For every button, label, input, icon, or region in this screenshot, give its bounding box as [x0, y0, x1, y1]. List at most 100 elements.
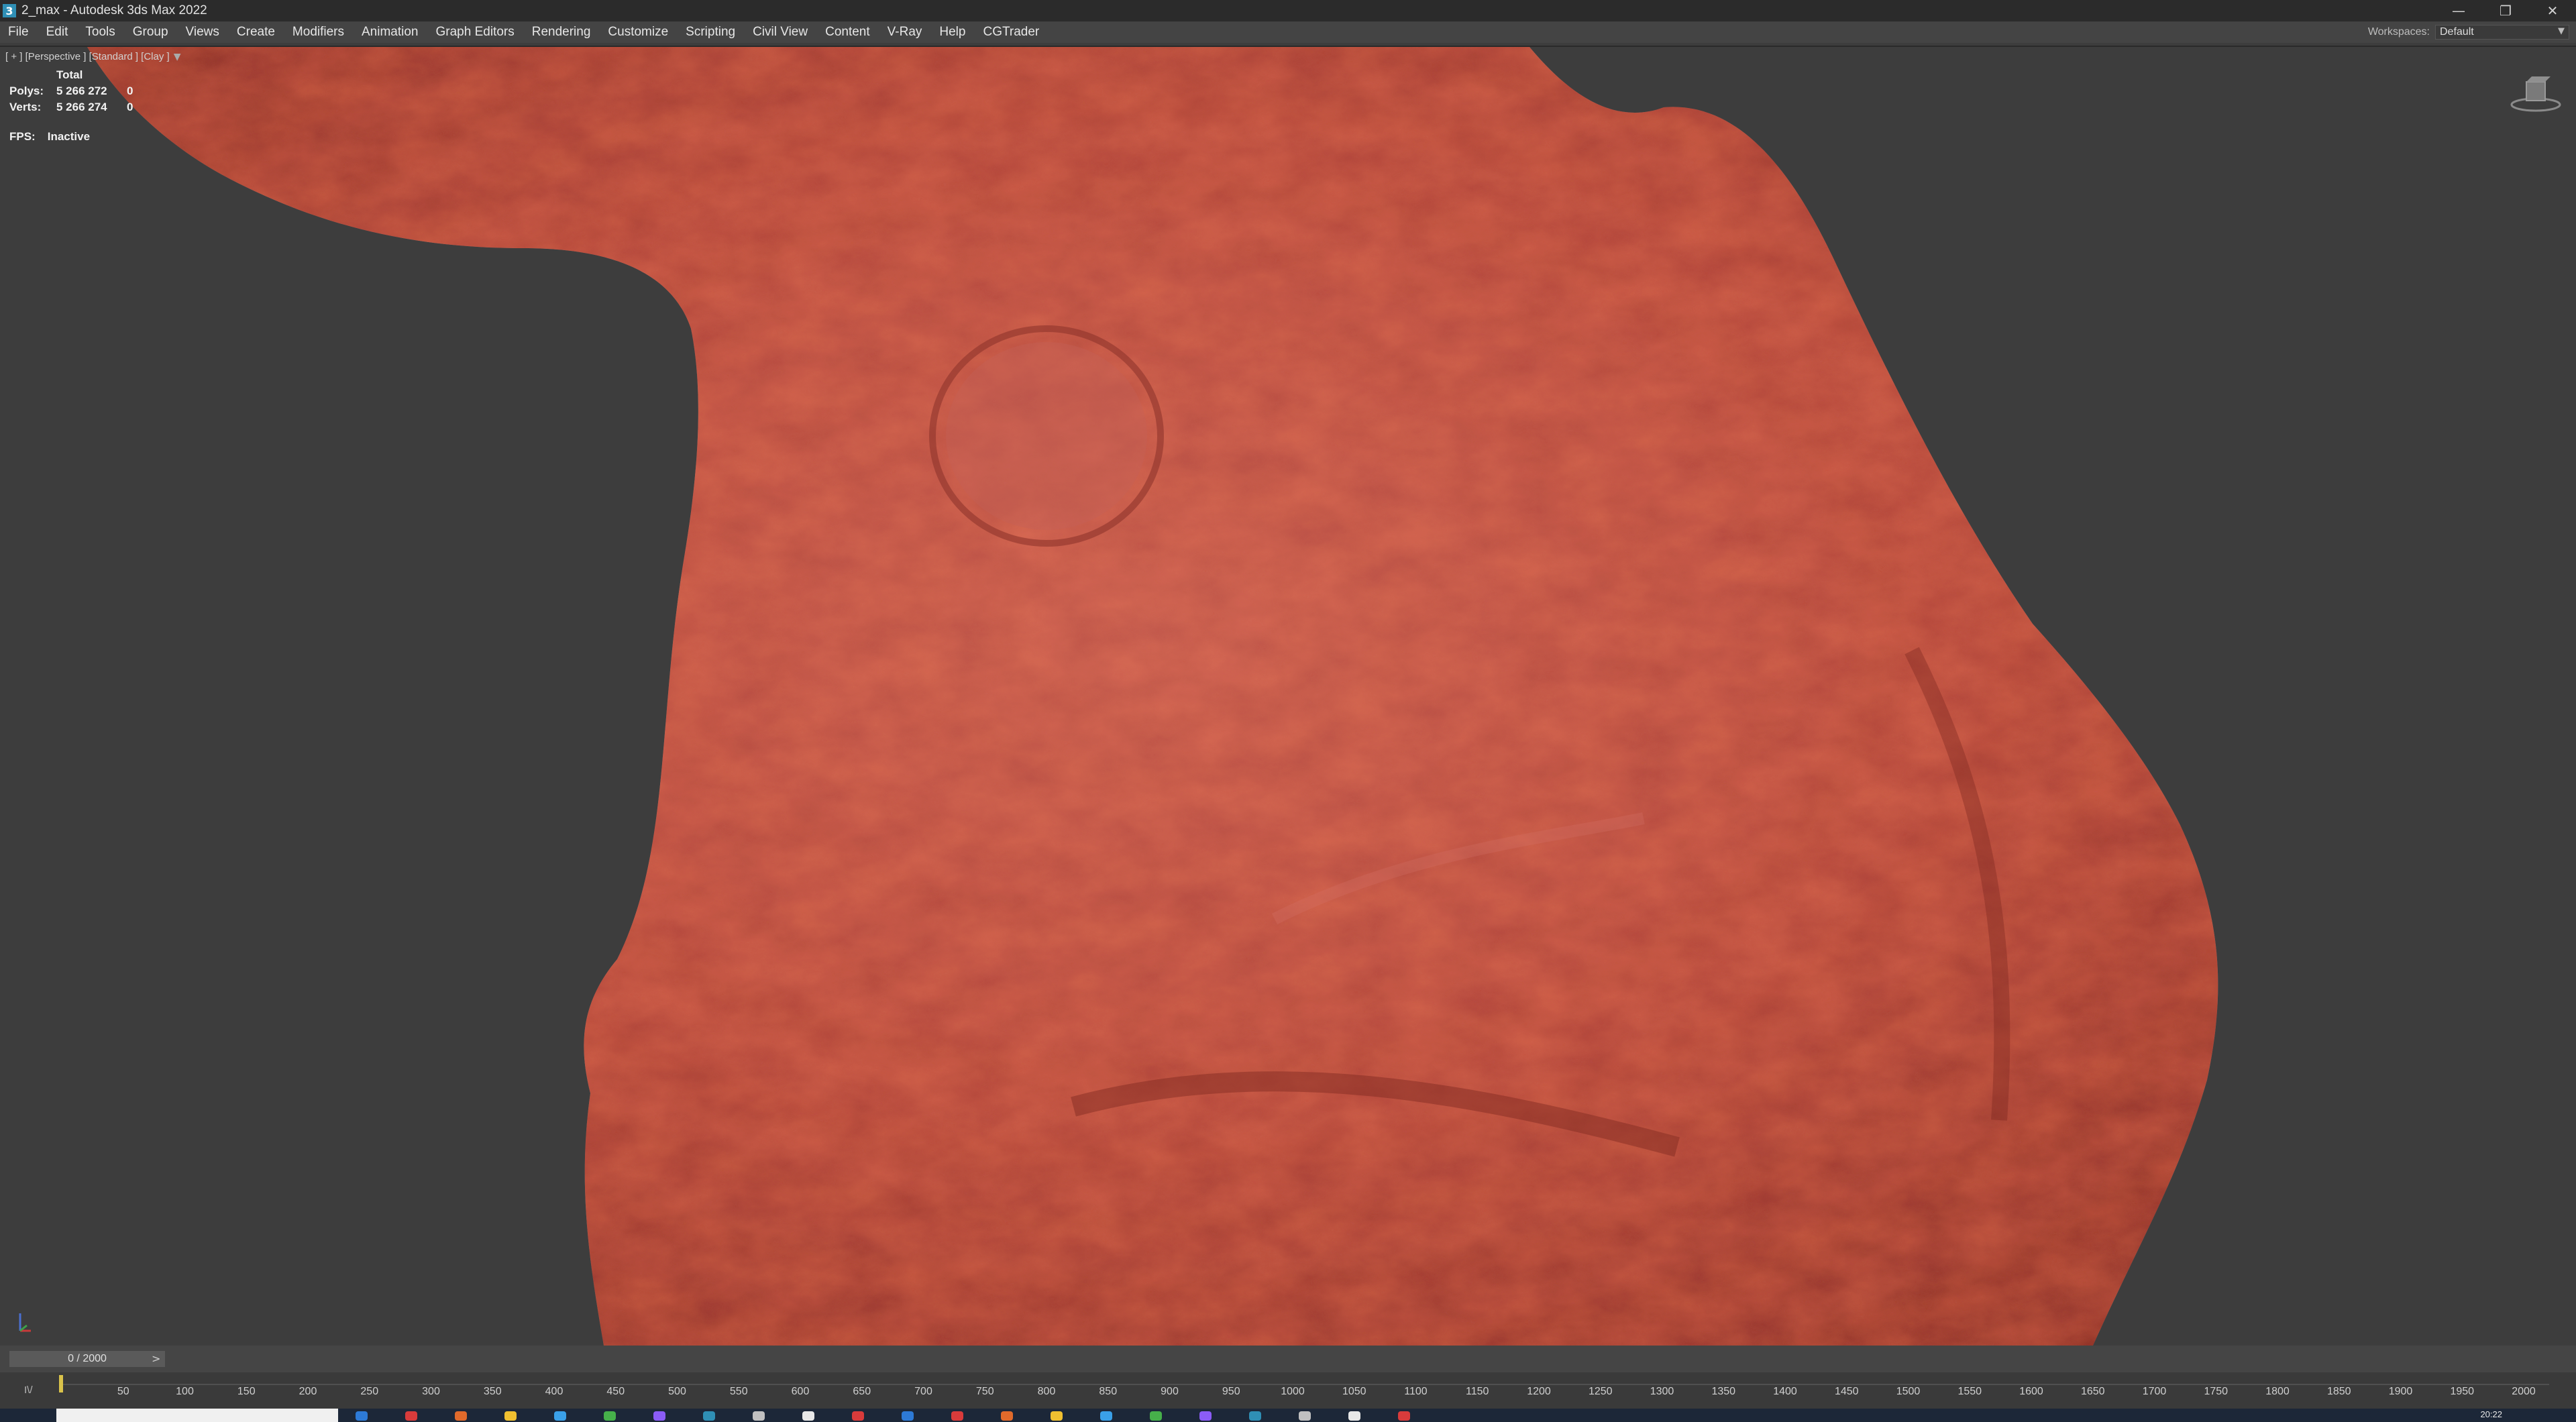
tick-label: 200	[299, 1386, 317, 1397]
menu-animation[interactable]: Animation	[354, 25, 428, 40]
tick-label: 950	[1222, 1386, 1240, 1397]
taskbar-app-icon[interactable]	[1348, 1411, 1360, 1421]
taskbar-app-icon[interactable]	[1249, 1411, 1261, 1421]
tick-label: 150	[237, 1386, 256, 1397]
tick-label: 50	[117, 1386, 129, 1397]
taskbar-app-icon[interactable]	[902, 1411, 914, 1421]
tick-label: 350	[483, 1386, 502, 1397]
menu-scripting[interactable]: Scripting	[678, 25, 745, 40]
tick-label: 100	[176, 1386, 194, 1397]
workspace-value: Default	[2440, 26, 2474, 38]
app-icon[interactable]: 3	[3, 4, 16, 17]
taskbar-app-icon[interactable]	[405, 1411, 417, 1421]
statistics-overlay: Total Polys: 5 266 272 0 Verts: 5 266 27…	[9, 67, 133, 115]
close-button[interactable]: ✕	[2529, 0, 2576, 21]
tick-label: 1700	[2142, 1386, 2167, 1397]
menu-cgtrader[interactable]: CGTrader	[975, 25, 1049, 40]
tick-label: 450	[606, 1386, 625, 1397]
menu-tools[interactable]: Tools	[77, 25, 124, 40]
tick-label: 2000	[2512, 1386, 2536, 1397]
frame-display: 0 / 2000	[68, 1353, 107, 1364]
taskbar-app-icon[interactable]	[1398, 1411, 1410, 1421]
taskbar-app-icon[interactable]	[1001, 1411, 1013, 1421]
menu-rendering[interactable]: Rendering	[524, 25, 600, 40]
stats-header: Total	[56, 68, 83, 81]
fps-value: Inactive	[47, 130, 91, 143]
taskbar-app-icon[interactable]	[1299, 1411, 1311, 1421]
taskbar-app-icon[interactable]	[802, 1411, 814, 1421]
time-slider-bar: < 0 / 2000 >	[0, 1346, 2576, 1372]
menu-modifiers[interactable]: Modifiers	[284, 25, 354, 40]
workspaces-control: Workspaces: Default ▼	[2368, 24, 2569, 40]
taskbar-app-icon[interactable]	[852, 1411, 864, 1421]
menu-views[interactable]: Views	[178, 25, 229, 40]
taskbar-app-icon[interactable]	[653, 1411, 665, 1421]
taskbar-app-icon[interactable]	[455, 1411, 467, 1421]
tick-label: 700	[914, 1386, 932, 1397]
menu-file[interactable]: File	[0, 25, 38, 40]
menu-group[interactable]: Group	[125, 25, 178, 40]
menu-bar: File Edit Tools Group Views Create Modif…	[0, 21, 2576, 43]
taskbar-app-icon[interactable]	[1150, 1411, 1162, 1421]
sculpt-mesh[interactable]	[0, 47, 2576, 1346]
menu-help[interactable]: Help	[931, 25, 975, 40]
tick-label: 1450	[1834, 1386, 1859, 1397]
key-filter-icon[interactable]: I\/	[24, 1384, 33, 1396]
fps-display: FPS: Inactive	[9, 130, 90, 144]
taskbar-app-icon[interactable]	[753, 1411, 765, 1421]
track-bar[interactable]: 50 100 150 200 250 300 350 400 450 500 550 600 650 70…	[0, 1372, 2576, 1410]
viewcube-icon[interactable]	[2509, 70, 2563, 117]
filter-icon[interactable]: ▼	[174, 52, 181, 62]
tick-label: 1500	[1896, 1386, 1921, 1397]
taskbar-app-icon[interactable]	[951, 1411, 963, 1421]
taskbar-app-icon[interactable]	[703, 1411, 715, 1421]
tick-label: 250	[360, 1386, 379, 1397]
time-slider[interactable]: 0 / 2000	[9, 1351, 165, 1367]
taskbar-app-icon[interactable]	[554, 1411, 566, 1421]
crater-floor	[946, 342, 1147, 530]
taskbar-clock: 20:22	[2480, 1409, 2502, 1419]
viewport-label[interactable]: [ + ] [Perspective ] [Standard ] [Clay ]…	[5, 51, 180, 62]
ruler-ticks	[60, 1384, 2549, 1385]
verts-value: 5 266 274	[56, 101, 107, 113]
taskbar-app-icon[interactable]	[604, 1411, 616, 1421]
tick-label: 800	[1037, 1386, 1056, 1397]
time-marker[interactable]	[59, 1375, 63, 1392]
menu-customize[interactable]: Customize	[600, 25, 678, 40]
tick-label: 850	[1099, 1386, 1118, 1397]
tick-label: 1650	[2080, 1386, 2105, 1397]
perspective-viewport[interactable]: [ + ] [Perspective ] [Standard ] [Clay ]…	[0, 46, 2576, 1346]
menu-content[interactable]: Content	[817, 25, 879, 40]
tick-label: 1200	[1527, 1386, 1551, 1397]
menu-edit[interactable]: Edit	[38, 25, 78, 40]
taskbar-app-icon[interactable]	[356, 1411, 368, 1421]
verts-label: Verts:	[9, 101, 42, 113]
menu-graph-editors[interactable]: Graph Editors	[428, 25, 524, 40]
tick-label: 1750	[2204, 1386, 2229, 1397]
restore-button[interactable]: ❐	[2482, 0, 2529, 21]
workspace-dropdown[interactable]: Default ▼	[2435, 25, 2569, 40]
tick-label: 650	[853, 1386, 871, 1397]
tick-label: 1550	[1957, 1386, 1982, 1397]
viewport-label-text[interactable]: [ + ] [Perspective ] [Standard ] [Clay ]	[5, 51, 170, 62]
tick-label: 1600	[2019, 1386, 2043, 1397]
tick-label: 400	[545, 1386, 564, 1397]
taskbar-app-icon[interactable]	[1051, 1411, 1063, 1421]
menu-civil-view[interactable]: Civil View	[745, 25, 817, 40]
tick-label: 1300	[1650, 1386, 1674, 1397]
tick-label: 1150	[1466, 1386, 1489, 1397]
tick-label: 1050	[1342, 1386, 1366, 1397]
fps-label: FPS:	[9, 130, 36, 143]
menu-create[interactable]: Create	[229, 25, 284, 40]
taskbar-app-icon[interactable]	[504, 1411, 517, 1421]
tick-label: 550	[729, 1386, 748, 1397]
next-frame-icon[interactable]: >	[152, 1352, 160, 1365]
taskbar-app-icon[interactable]	[1100, 1411, 1112, 1421]
menu-v-ray[interactable]: V-Ray	[879, 25, 932, 40]
taskbar-search[interactable]	[56, 1409, 338, 1422]
workspaces-label: Workspaces:	[2367, 26, 2430, 38]
tick-label: 1350	[1711, 1386, 1736, 1397]
taskbar-app-icon[interactable]	[1199, 1411, 1212, 1421]
tick-label: 1900	[2388, 1386, 2413, 1397]
minimize-button[interactable]: —	[2435, 0, 2482, 21]
